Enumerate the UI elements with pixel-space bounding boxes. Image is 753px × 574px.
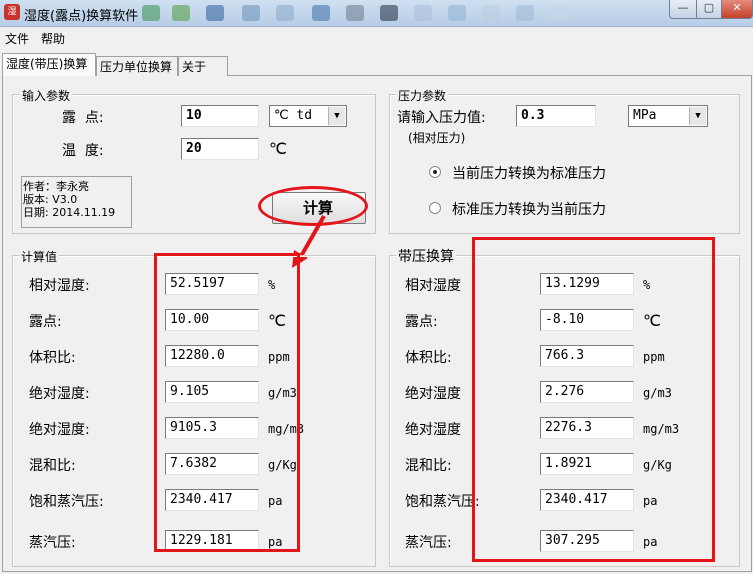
temperature-label: 温 度: — [62, 143, 104, 159]
chevron-down-icon[interactable]: ▼ — [689, 107, 706, 125]
date-info: 日期: 2014.11.19 — [23, 206, 116, 219]
result-label: 饱和蒸汽压: — [29, 494, 104, 510]
taskbar-thumb-icon — [242, 5, 260, 21]
taskbar-thumb-icon — [276, 5, 294, 21]
minimize-button[interactable]: — — [669, 0, 697, 19]
relative-pressure-note: (相对压力) — [408, 131, 466, 145]
taskbar-thumb-icon — [516, 5, 534, 21]
pressurized-label: 饱和蒸汽压: — [405, 494, 480, 510]
pressurized-label: 蒸汽压: — [405, 535, 452, 551]
window-title: 湿度(露点)换算软件 — [24, 9, 139, 24]
pressurized-legend: 带压换算 — [396, 246, 456, 266]
app-icon: 湿 — [4, 4, 20, 20]
dewpoint-unit-value: ℃ td — [274, 108, 313, 123]
title-bar: 湿 湿度(露点)换算软件 — ▢ ✕ — [0, 0, 753, 27]
taskbar-thumb-icon — [312, 5, 330, 21]
author-info: 作者：李永亮 — [23, 180, 89, 193]
results-legend: 计算值 — [19, 248, 60, 265]
result-label: 体积比: — [29, 350, 76, 366]
chevron-down-icon[interactable]: ▼ — [328, 107, 345, 125]
menu-bar — [0, 27, 753, 47]
taskbar-thumb-icon — [172, 5, 190, 21]
annotation-rect-results — [154, 253, 300, 552]
result-label: 露点: — [29, 314, 62, 330]
pressurized-label: 相对湿度 — [405, 278, 461, 294]
taskbar-thumb-icon — [550, 5, 568, 21]
result-label: 蒸汽压: — [29, 535, 76, 551]
pressurized-label: 绝对湿度 — [405, 386, 461, 402]
tab-humidity-conversion[interactable]: 湿度(带压)换算 — [2, 53, 96, 76]
option-standard-to-current-label: 标准压力转换为当前压力 — [452, 202, 606, 218]
temperature-unit: ℃ — [269, 139, 287, 158]
pressurized-label: 绝对湿度 — [405, 422, 461, 438]
result-label: 混和比: — [29, 458, 76, 474]
menu-help[interactable]: 帮助 — [41, 30, 65, 47]
result-label: 绝对湿度: — [29, 386, 90, 402]
taskbar-thumb-icon — [380, 5, 398, 21]
close-button[interactable]: ✕ — [721, 0, 753, 19]
pressurized-label: 体积比: — [405, 350, 452, 366]
maximize-button[interactable]: ▢ — [696, 0, 722, 19]
pressure-params-legend: 压力参数 — [396, 87, 449, 104]
annotation-rect-pressurized — [472, 237, 715, 562]
taskbar-thumb-icon — [206, 5, 224, 21]
dewpoint-input[interactable]: 10 — [181, 105, 259, 127]
result-label: 相对湿度: — [29, 278, 90, 294]
taskbar-thumb-icon — [414, 5, 432, 21]
pressure-prompt: 请输入压力值: — [397, 110, 486, 126]
pressure-input[interactable]: 0.3 — [516, 105, 596, 127]
pressurized-label: 露点: — [405, 314, 438, 330]
taskbar-thumb-icon — [142, 5, 160, 21]
tab-about[interactable]: 关于 — [178, 56, 228, 76]
input-params-legend: 输入参数 — [20, 87, 73, 104]
option-current-to-standard-label: 当前压力转换为标准压力 — [452, 166, 606, 182]
pressurized-label: 混和比: — [405, 458, 452, 474]
pressure-unit-value: MPa — [633, 108, 657, 123]
temperature-input[interactable]: 20 — [181, 138, 259, 160]
taskbar-thumb-icon — [482, 5, 500, 21]
version-info: 版本: V3.0 — [23, 193, 78, 206]
radio-current-to-standard[interactable] — [429, 166, 441, 178]
tab-pressure-unit-conversion[interactable]: 压力单位换算 — [96, 56, 178, 76]
dewpoint-label: 露 点: — [62, 110, 104, 126]
radio-standard-to-current[interactable] — [429, 202, 441, 214]
taskbar-thumb-icon — [346, 5, 364, 21]
taskbar-thumb-icon — [448, 5, 466, 21]
result-label: 绝对湿度: — [29, 422, 90, 438]
dewpoint-unit-select[interactable]: ℃ td ▼ — [269, 105, 347, 127]
pressure-unit-select[interactable]: MPa ▼ — [628, 105, 708, 127]
menu-file[interactable]: 文件 — [5, 30, 29, 47]
